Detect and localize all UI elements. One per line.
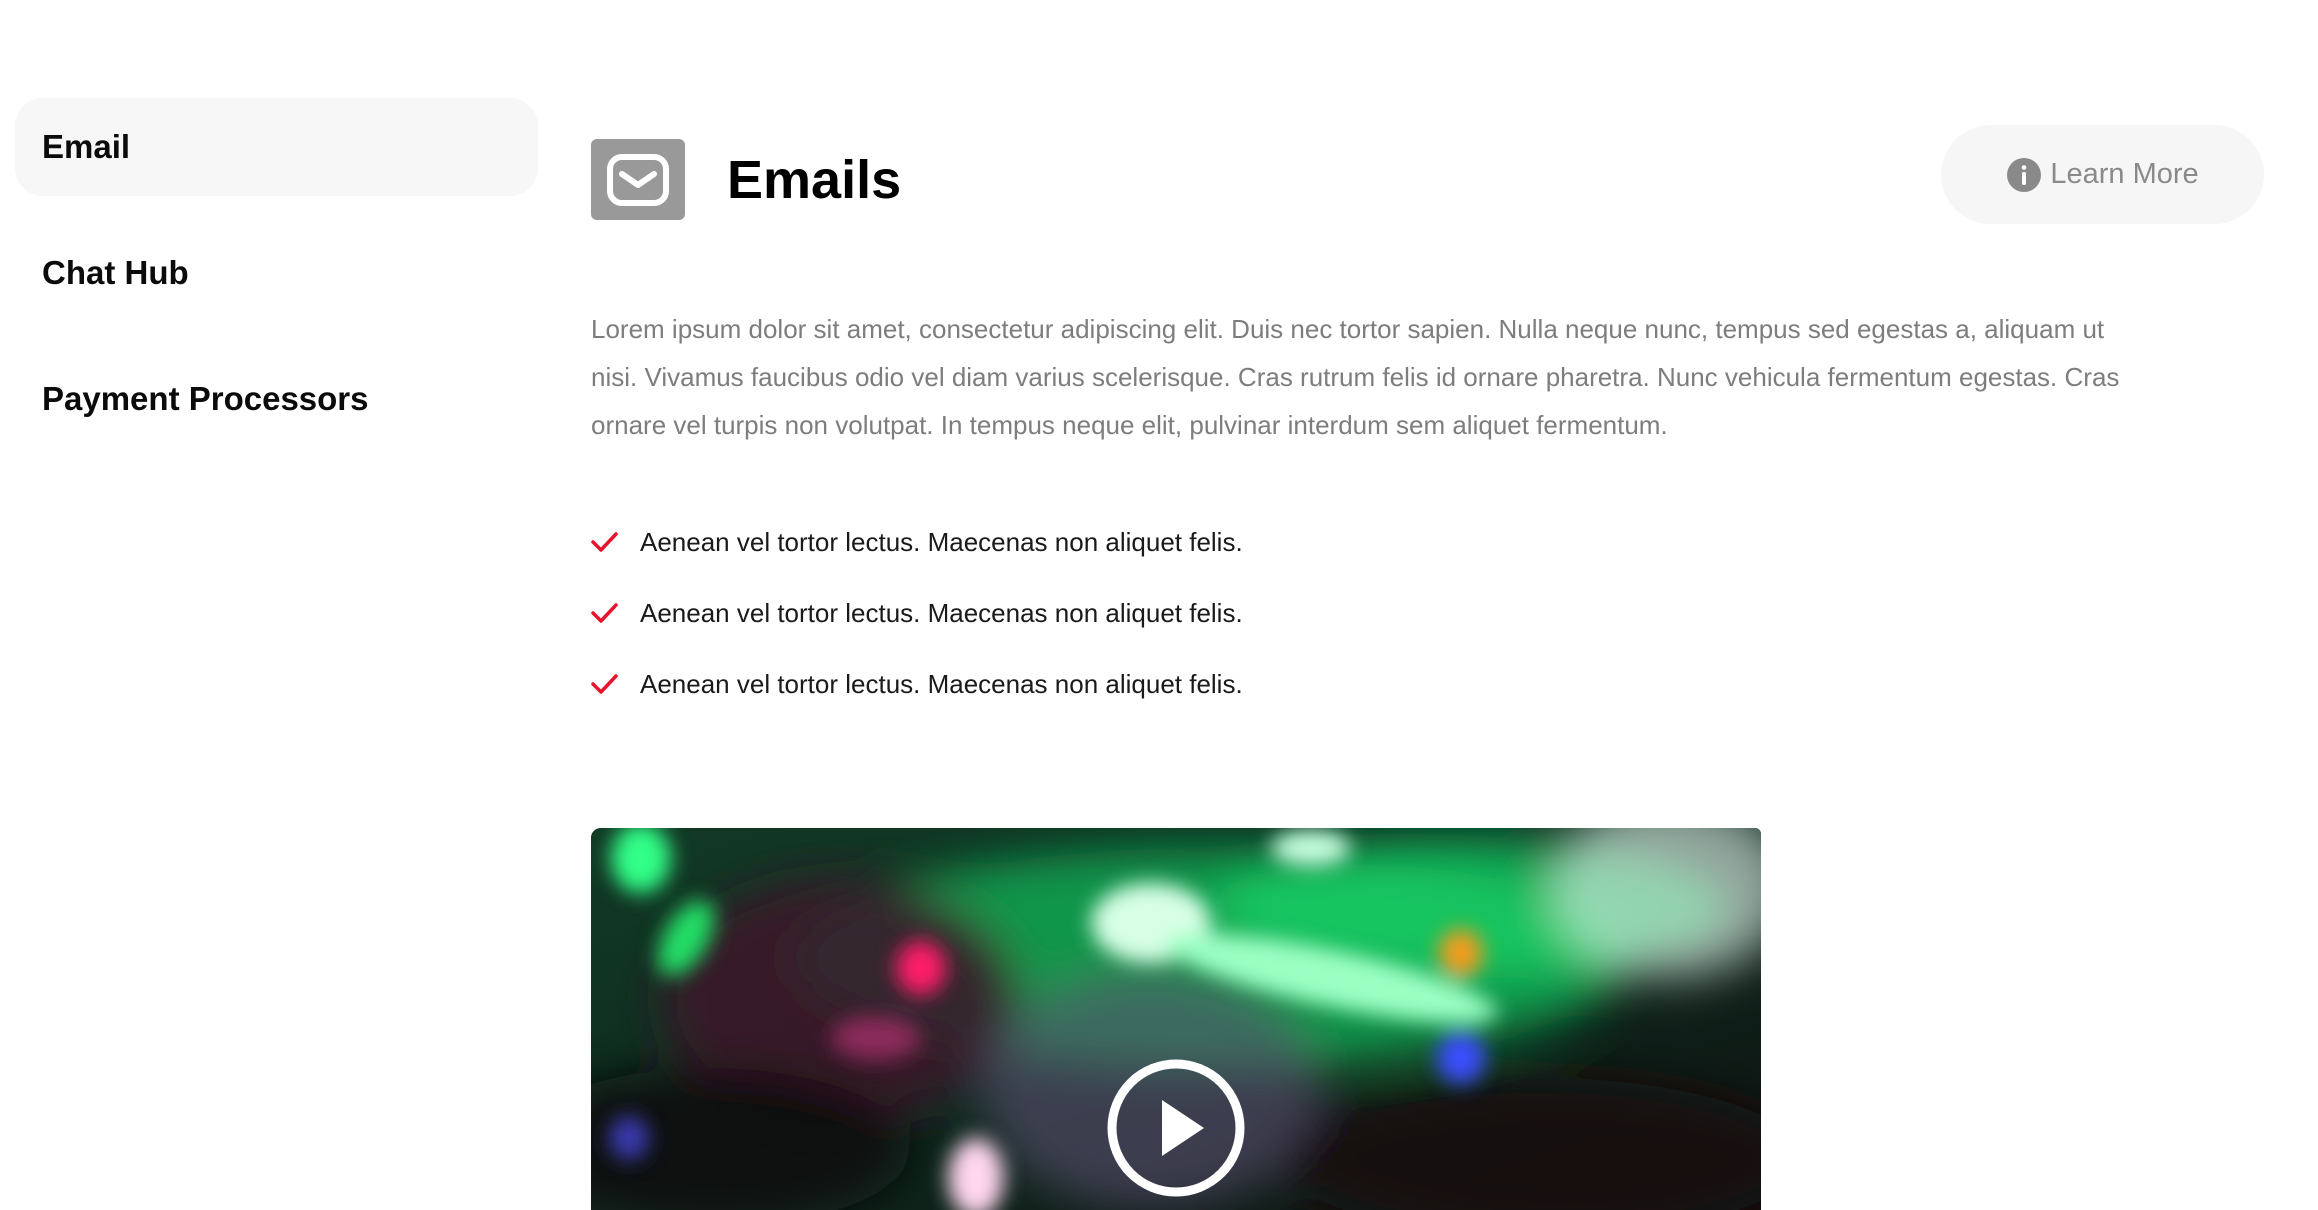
learn-more-label: Learn More (2050, 158, 2199, 190)
description-text: Lorem ipsum dolor sit amet, consectetur … (591, 314, 2120, 440)
feature-list: Aenean vel tortor lectus. Maecenas non a… (591, 518, 1243, 731)
sidebar-item-label: Chat Hub (42, 254, 189, 291)
sidebar-item-label: Payment Processors (42, 380, 369, 417)
feature-text: Aenean vel tortor lectus. Maecenas non a… (640, 597, 1243, 628)
check-icon (591, 602, 618, 624)
section-header: Emails Learn More (591, 125, 2264, 224)
check-icon (591, 531, 618, 553)
sidebar-item-payment-processors[interactable]: Payment Processors (15, 350, 538, 448)
list-item: Aenean vel tortor lectus. Maecenas non a… (591, 660, 1243, 708)
sidebar-item-email[interactable]: Email (15, 98, 538, 196)
sidebar-item-chat-hub[interactable]: Chat Hub (15, 224, 538, 322)
check-icon (591, 673, 618, 695)
list-item: Aenean vel tortor lectus. Maecenas non a… (591, 518, 1243, 566)
feature-text: Aenean vel tortor lectus. Maecenas non a… (640, 526, 1243, 557)
info-icon (2006, 157, 2042, 193)
page-title: Emails (727, 149, 902, 210)
feature-text: Aenean vel tortor lectus. Maecenas non a… (640, 668, 1243, 699)
sidebar-item-label: Email (42, 128, 131, 165)
page: Email Chat Hub Payment Processors Emails (0, 0, 2318, 1210)
list-item: Aenean vel tortor lectus. Maecenas non a… (591, 589, 1243, 637)
video-player[interactable] (591, 828, 1761, 1210)
envelope-icon (591, 139, 685, 220)
learn-more-button[interactable]: Learn More (1941, 125, 2264, 224)
sidebar: Email Chat Hub Payment Processors (15, 98, 538, 476)
play-icon[interactable] (1104, 1056, 1248, 1200)
